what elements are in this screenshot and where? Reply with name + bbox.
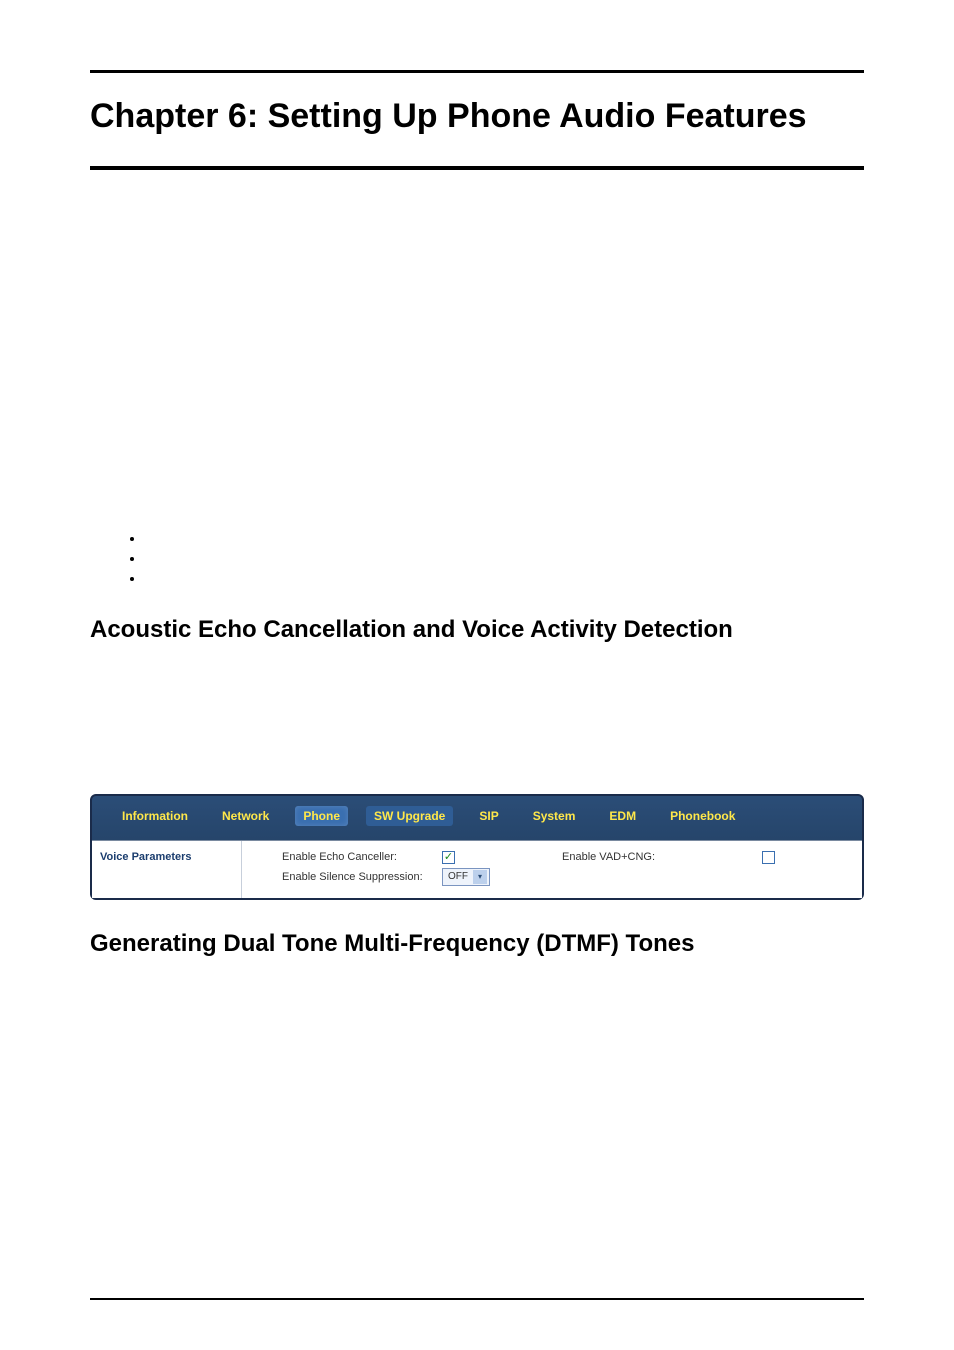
echo-canceller-checkbox[interactable] bbox=[442, 851, 455, 864]
tab-bar: Information Network Phone SW Upgrade SIP… bbox=[92, 796, 862, 840]
title-underline bbox=[90, 166, 864, 170]
footer-rule bbox=[90, 1298, 864, 1300]
panel-body: Voice Parameters Enable Echo Canceller: … bbox=[92, 840, 862, 898]
tab-phone[interactable]: Phone bbox=[295, 806, 348, 826]
echo-canceller-label: Enable Echo Canceller: bbox=[282, 851, 442, 863]
list-item bbox=[145, 570, 864, 586]
vad-cng-checkbox[interactable] bbox=[762, 851, 775, 864]
tab-edm[interactable]: EDM bbox=[601, 806, 644, 826]
bullet-list bbox=[145, 530, 864, 586]
silence-suppression-select[interactable]: OFF ▾ bbox=[442, 868, 490, 886]
list-item bbox=[145, 550, 864, 566]
chapter-title: Chapter 6: Setting Up Phone Audio Featur… bbox=[90, 95, 864, 138]
tab-sip[interactable]: SIP bbox=[471, 806, 506, 826]
list-item bbox=[145, 530, 864, 546]
tab-network[interactable]: Network bbox=[214, 806, 277, 826]
config-ui-screenshot: Information Network Phone SW Upgrade SIP… bbox=[90, 794, 864, 900]
form-area: Enable Echo Canceller: Enable VAD+CNG: E… bbox=[242, 841, 862, 898]
section-heading-aec: Acoustic Echo Cancellation and Voice Act… bbox=[90, 616, 864, 644]
section-heading-dtmf: Generating Dual Tone Multi-Frequency (DT… bbox=[90, 930, 864, 958]
vad-cng-label: Enable VAD+CNG: bbox=[562, 851, 762, 863]
side-nav-voice-parameters[interactable]: Voice Parameters bbox=[92, 841, 242, 898]
tab-system[interactable]: System bbox=[525, 806, 584, 826]
chevron-down-icon: ▾ bbox=[473, 870, 487, 884]
tab-phonebook[interactable]: Phonebook bbox=[662, 806, 743, 826]
tab-sw-upgrade[interactable]: SW Upgrade bbox=[366, 806, 453, 826]
tab-information[interactable]: Information bbox=[114, 806, 196, 826]
silence-suppression-label: Enable Silence Suppression: bbox=[282, 871, 442, 883]
select-value: OFF bbox=[448, 871, 468, 882]
top-rule bbox=[90, 70, 864, 73]
